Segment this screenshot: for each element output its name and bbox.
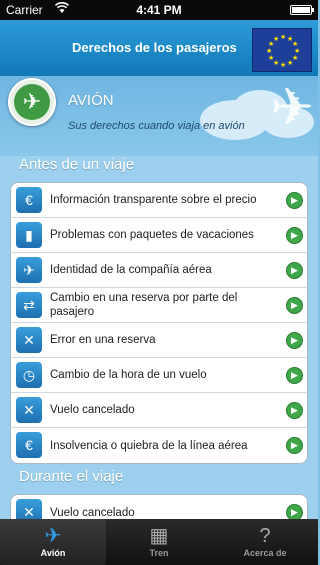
chevron-right-icon: ▶ [286, 402, 303, 419]
list-item-label: Vuelo cancelado [50, 404, 135, 416]
question-icon: ? [259, 525, 271, 547]
hero-banner: ✈ ✈ AVIÓN Sus derechos cuando viaja en a… [0, 76, 318, 156]
list-item-label: Insolvencia o quiebra de la línea aérea [50, 439, 248, 452]
airline-identity-icon: ✈ [16, 257, 42, 283]
list-item-label: Problemas con paquetes de vacaciones [50, 229, 254, 241]
cancelled-flight-icon: ✕ [16, 397, 42, 423]
booking-change-icon: ⇄ [16, 292, 42, 318]
clock-icon: ◷ [16, 362, 42, 388]
page-title: Derechos de los pasajeros [72, 40, 237, 55]
euro-icon: € [16, 187, 42, 213]
chevron-right-icon: ▶ [286, 332, 303, 349]
list-item[interactable]: ⇄ Cambio en una reserva por parte del pa… [11, 288, 307, 323]
transport-mode-title: AVIÓN [68, 92, 114, 109]
section-list-antes: € Información transparente sobre el prec… [10, 182, 308, 464]
list-item[interactable]: ✈ Identidad de la compañía aérea ▶ [11, 253, 307, 288]
airplane-icon: ✈ [44, 525, 62, 547]
chevron-right-icon: ▶ [286, 297, 303, 314]
tab-bar: ✈ Avión ▦ Tren ? Acerca de [0, 519, 318, 565]
list-item-label: Cambio en una reserva por parte del pasa… [50, 292, 238, 318]
section-list-durante: ✕ Vuelo cancelado ▶ [10, 494, 308, 519]
chevron-right-icon: ▶ [286, 504, 303, 519]
rights-list-scroll[interactable]: Antes de un viaje € Información transpar… [0, 156, 318, 519]
list-item[interactable]: ◷ Cambio de la hora de un vuelo ▶ [11, 358, 307, 393]
list-item-label: Vuelo cancelado [50, 506, 135, 519]
tab-label: Avión [40, 548, 66, 558]
chevron-right-icon: ▶ [286, 262, 303, 279]
list-item[interactable]: ✕ Error en una reserva ▶ [11, 323, 307, 358]
hero-subtitle: Sus derechos cuando viaja en avión [68, 120, 245, 132]
list-item-label: Error en una reserva [50, 334, 156, 346]
list-item[interactable]: € Insolvencia o quiebra de la línea aére… [11, 428, 307, 463]
holiday-package-icon: ▮ [16, 222, 42, 248]
train-icon: ▦ [149, 525, 169, 547]
cancelled-flight-icon: ✕ [16, 499, 42, 519]
battery-icon [290, 5, 314, 15]
insolvency-icon: € [16, 432, 42, 458]
eu-flag-icon: ★ ★ ★ ★ ★ ★ ★ ★ ★ ★ ★ ★ [252, 28, 312, 72]
list-item[interactable]: ▮ Problemas con paquetes de vacaciones ▶ [11, 218, 307, 253]
chevron-right-icon: ▶ [286, 437, 303, 454]
airplane-icon: ✈ [270, 79, 314, 137]
status-bar: Carrier 4:41 PM [0, 0, 318, 20]
list-item-label: Identidad de la compañía aérea [50, 264, 212, 276]
list-item-label: Cambio de la hora de un vuelo [50, 369, 207, 381]
section-title-antes: Antes de un viaje [19, 156, 135, 173]
list-item-label: Información transparente sobre el precio [50, 194, 257, 206]
status-time: 4:41 PM [136, 3, 182, 17]
tab-avion[interactable]: ✈ Avión [0, 519, 106, 565]
airplane-badge: ✈ [8, 78, 56, 126]
airplane-icon: ✈ [14, 84, 50, 120]
list-item[interactable]: ✕ Vuelo cancelado ▶ [11, 495, 307, 519]
chevron-right-icon: ▶ [286, 192, 303, 209]
tab-tren[interactable]: ▦ Tren [106, 519, 212, 565]
list-item[interactable]: ✕ Vuelo cancelado ▶ [11, 393, 307, 428]
tab-label: Tren [149, 548, 169, 558]
tab-acerca-de[interactable]: ? Acerca de [212, 519, 318, 565]
section-title-durante: Durante el viaje [19, 468, 124, 485]
chevron-right-icon: ▶ [286, 367, 303, 384]
tab-label: Acerca de [243, 548, 287, 558]
chevron-right-icon: ▶ [286, 227, 303, 244]
app-header: Derechos de los pasajeros ★ ★ ★ ★ ★ ★ ★ … [0, 20, 318, 76]
booking-error-icon: ✕ [16, 327, 42, 353]
list-item[interactable]: € Información transparente sobre el prec… [11, 183, 307, 218]
